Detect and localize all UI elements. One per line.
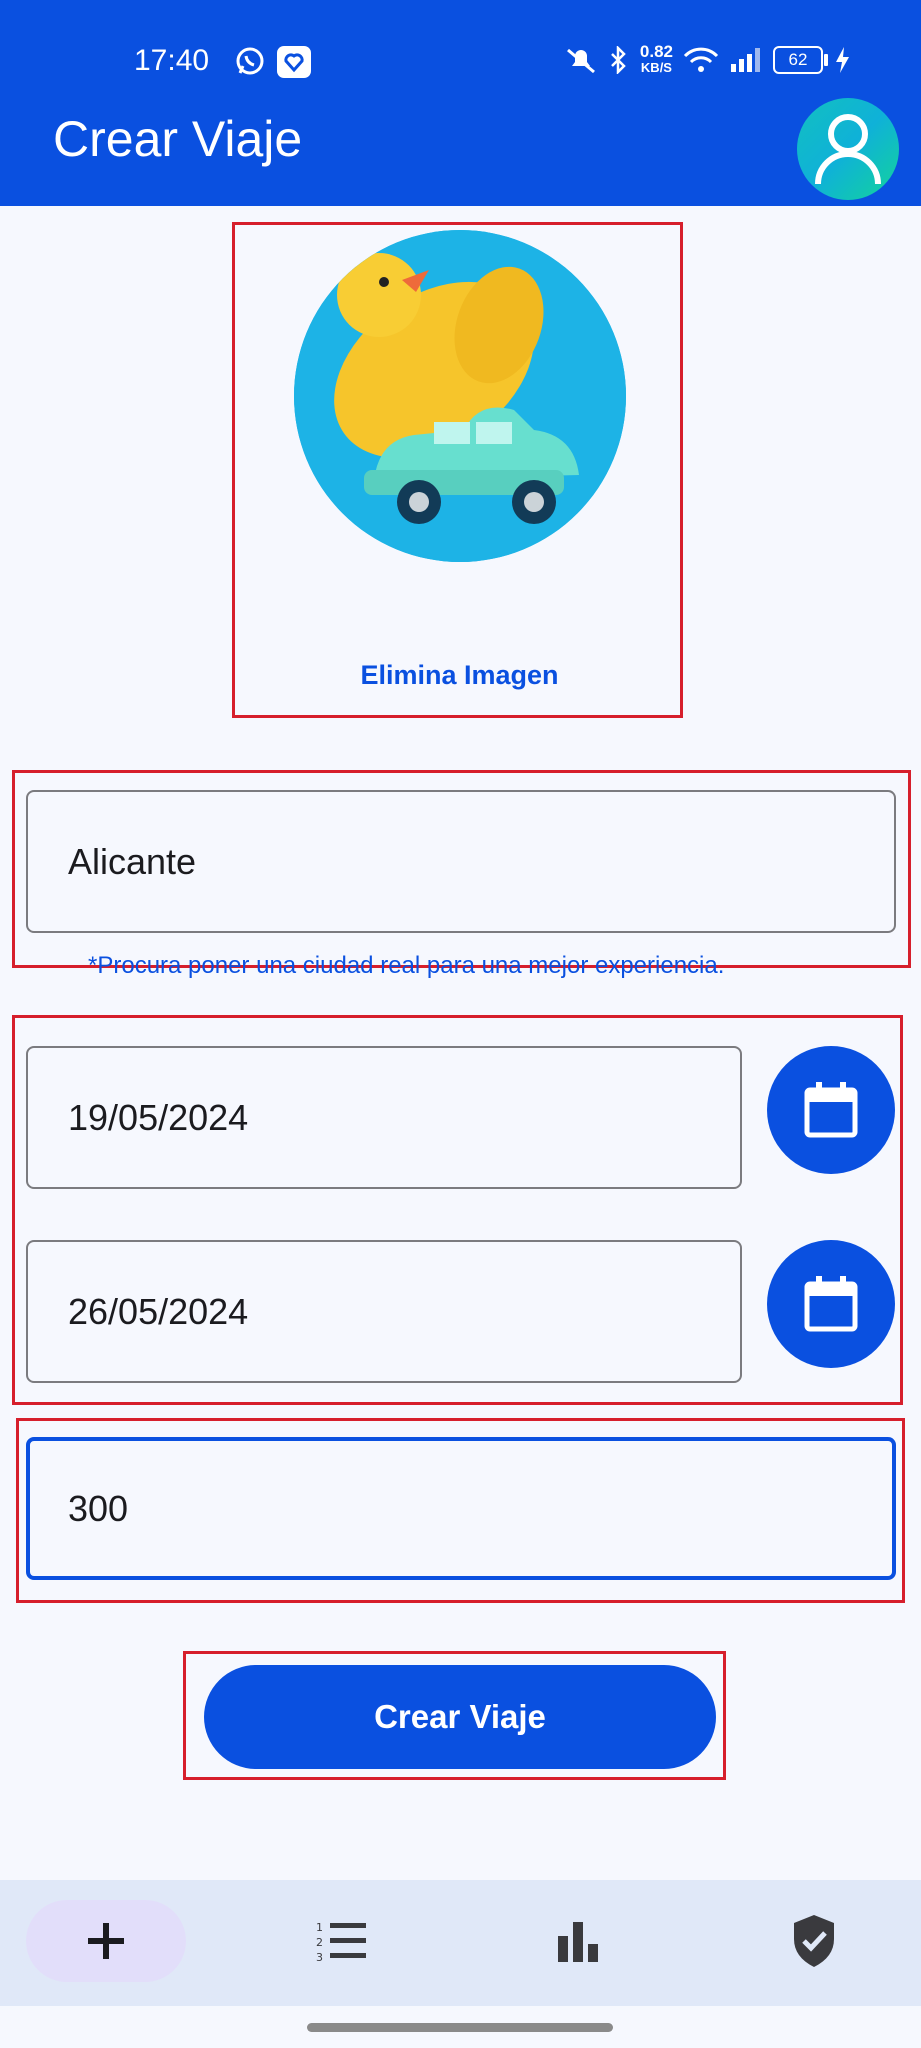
plus-icon [88, 1923, 124, 1959]
charging-icon [836, 47, 849, 73]
end-date-calendar-button[interactable] [767, 1240, 895, 1368]
nav-item-list[interactable]: 1 2 3 [262, 1900, 422, 1982]
remove-image-link[interactable]: Elimina Imagen [232, 660, 687, 691]
net-speed-unit: KB/S [640, 60, 672, 75]
create-trip-button[interactable]: Crear Viaje [204, 1665, 716, 1769]
svg-text:1: 1 [316, 1921, 323, 1934]
city-input[interactable]: Alicante [26, 790, 896, 933]
battery-icon: 62 [773, 46, 828, 74]
nav-item-verified[interactable] [734, 1900, 894, 1982]
app-notification-icon [277, 46, 311, 78]
duck-car-image [294, 230, 626, 562]
whatsapp-icon [236, 47, 264, 75]
bar-chart-icon [558, 1922, 598, 1962]
budget-input[interactable]: 300 [26, 1437, 896, 1580]
net-speed: 0.82 KB/S [639, 42, 673, 76]
top-app-bar: 17:40 0.82 KB/S 62 Crear Viaje [0, 0, 921, 206]
svg-text:3: 3 [316, 1951, 323, 1963]
user-icon [815, 114, 881, 185]
profile-avatar-button[interactable] [797, 98, 899, 200]
nav-item-stats[interactable] [498, 1900, 658, 1982]
numbered-list-icon: 1 2 3 [316, 1921, 366, 1963]
signal-icon [731, 48, 760, 72]
end-date-input[interactable]: 26/05/2024 [26, 1240, 742, 1383]
gesture-bar[interactable] [307, 2023, 613, 2032]
shield-check-icon [794, 1915, 834, 1967]
nav-item-add[interactable] [26, 1900, 186, 1982]
calendar-icon [804, 1082, 858, 1138]
bluetooth-icon [611, 46, 626, 74]
mute-icon [566, 48, 595, 74]
svg-text:2: 2 [316, 1936, 323, 1949]
trip-image[interactable] [294, 230, 626, 562]
wifi-icon [683, 47, 719, 72]
net-speed-value: 0.82 [639, 42, 673, 61]
bottom-navigation: 1 2 3 [0, 1880, 921, 2006]
start-date-calendar-button[interactable] [767, 1046, 895, 1174]
page-title: Crear Viaje [53, 111, 303, 167]
city-helper-text: *Procura poner una ciudad real para una … [88, 952, 725, 979]
calendar-icon [804, 1276, 858, 1332]
status-time: 17:40 [134, 44, 210, 77]
status-icons: 0.82 KB/S 62 [564, 42, 851, 76]
start-date-input[interactable]: 19/05/2024 [26, 1046, 742, 1189]
